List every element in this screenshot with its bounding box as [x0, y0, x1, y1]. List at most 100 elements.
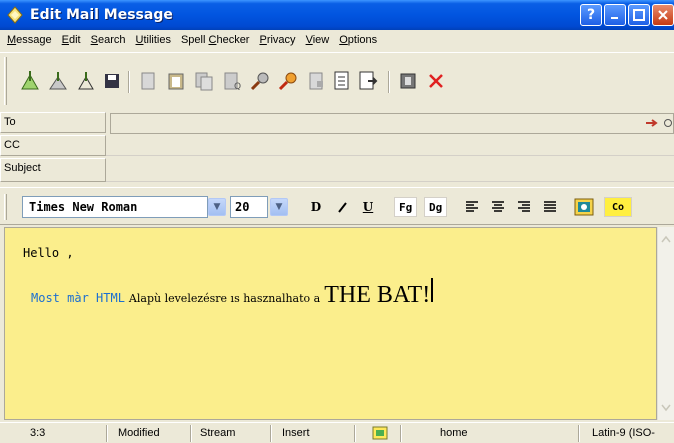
title-bar[interactable]: Edit Mail Message ?	[0, 0, 674, 30]
align-left-button[interactable]	[462, 197, 482, 217]
send-later-button[interactable]	[46, 69, 70, 93]
cc-row: CC	[0, 135, 674, 156]
menu-options[interactable]: Options	[334, 34, 382, 46]
quote-button[interactable]: Q	[220, 69, 244, 93]
keyboard-icon[interactable]	[372, 426, 388, 440]
scroll-up-button[interactable]	[658, 231, 674, 247]
book-icon	[400, 73, 416, 89]
stream-status[interactable]: Stream	[200, 427, 235, 439]
align-right-button[interactable]	[514, 197, 534, 217]
align-center-button[interactable]	[488, 197, 508, 217]
copy-icon	[195, 72, 213, 91]
cc-field[interactable]	[106, 135, 674, 156]
insert-picture-button[interactable]	[572, 197, 596, 217]
font-select[interactable]: Times New Roman	[22, 196, 208, 218]
body-large-text: THE BAT!	[324, 282, 431, 308]
cc-label[interactable]: CC	[0, 135, 106, 156]
search-replace-icon	[278, 72, 297, 91]
body-line: Most màr HTML Alapù levelezésre ıs haszn…	[31, 278, 434, 309]
draft-icon	[78, 72, 94, 90]
menu-view[interactable]: View	[301, 34, 335, 46]
underline-button[interactable]: U	[360, 197, 376, 217]
foreground-color-button[interactable]: Fg	[394, 197, 418, 217]
status-separator	[270, 425, 272, 442]
to-field[interactable]	[110, 113, 674, 134]
window-title: Edit Mail Message	[30, 7, 173, 23]
help-button[interactable]: ?	[580, 4, 602, 26]
maximize-button[interactable]	[628, 4, 650, 26]
app-icon	[7, 6, 23, 24]
subject-label[interactable]: Subject	[0, 158, 106, 182]
status-separator	[400, 425, 402, 442]
to-row: To	[0, 112, 674, 134]
size-dropdown-arrow[interactable]: ▼	[270, 198, 288, 216]
message-editor[interactable]: Hello , Most màr HTML Alapù levelezésre …	[4, 227, 657, 420]
toolbar-grip[interactable]	[4, 57, 7, 105]
save-button[interactable]	[100, 69, 124, 93]
save-icon	[105, 74, 119, 88]
subject-row: Subject	[0, 158, 674, 182]
cursor-position: 3:3	[30, 427, 46, 439]
address-book-button[interactable]	[396, 69, 420, 93]
body-small-text: Alapù levelezésre ıs hasznalhato a	[128, 292, 321, 305]
maximize-icon	[633, 9, 645, 21]
background-color-button[interactable]: Dg	[424, 197, 448, 217]
copy-button[interactable]	[192, 69, 216, 93]
clipboard-icon	[168, 73, 184, 90]
close-button[interactable]	[652, 4, 674, 26]
replace-button[interactable]	[276, 69, 300, 93]
insert-file-button[interactable]	[330, 69, 354, 93]
font-dropdown-arrow[interactable]: ▼	[208, 198, 226, 216]
menu-privacy[interactable]: Privacy	[254, 34, 300, 46]
find-button[interactable]	[248, 69, 272, 93]
menu-spell-checker[interactable]: Spell Checker	[176, 34, 255, 46]
cut-button[interactable]	[136, 69, 160, 93]
align-right-icon	[518, 201, 530, 212]
italic-button[interactable]	[334, 197, 350, 217]
align-left-icon	[466, 201, 478, 212]
send-icon	[21, 71, 39, 90]
status-bar: 3:3 Modified Stream Insert home Latin-9 …	[0, 422, 674, 443]
greeting-line: Hello ,	[23, 246, 74, 260]
insert-status[interactable]: Insert	[282, 427, 310, 439]
scroll-down-button[interactable]	[658, 400, 674, 416]
color-picker-button[interactable]: Co	[604, 197, 632, 217]
account-status[interactable]: home	[440, 427, 468, 439]
menu-utilities[interactable]: Utilities	[131, 34, 176, 46]
to-label[interactable]: To	[0, 112, 106, 133]
align-center-icon	[492, 201, 504, 212]
minimize-button[interactable]	[604, 4, 626, 26]
chevron-down-icon	[661, 404, 671, 412]
format-toolbar-grip[interactable]	[4, 194, 7, 220]
minimize-icon	[611, 17, 618, 19]
toolbar-separator	[128, 71, 130, 93]
close-icon	[429, 74, 443, 88]
size-select[interactable]: 20	[230, 196, 268, 218]
export-button[interactable]	[356, 69, 380, 93]
status-separator	[578, 425, 580, 442]
attach-button[interactable]	[304, 69, 328, 93]
vertical-scrollbar[interactable]	[657, 227, 674, 420]
lock-icon[interactable]	[663, 116, 673, 130]
arrow-right-icon[interactable]	[645, 117, 659, 129]
justify-button[interactable]	[540, 197, 560, 217]
subject-field[interactable]	[106, 158, 674, 182]
status-separator	[190, 425, 192, 442]
menu-bar: Message Edit Search Utilities Spell Chec…	[0, 30, 674, 50]
draft-button[interactable]	[74, 69, 98, 93]
paste-button[interactable]	[164, 69, 188, 93]
cancel-button[interactable]	[424, 69, 448, 93]
queue-icon	[49, 72, 67, 90]
bold-button[interactable]: D	[308, 197, 324, 217]
menu-edit[interactable]: Edit	[57, 34, 86, 46]
send-now-button[interactable]	[18, 69, 42, 93]
file-insert-icon	[334, 71, 349, 90]
export-icon	[359, 71, 378, 90]
html-text: Most màr HTML	[31, 291, 125, 305]
main-toolbar: Q	[0, 52, 674, 110]
menu-message[interactable]: Message	[2, 34, 57, 46]
charset-status[interactable]: Latin-9 (ISO-	[592, 427, 655, 439]
search-icon	[250, 72, 269, 91]
close-icon	[658, 10, 668, 20]
menu-search[interactable]: Search	[86, 34, 131, 46]
